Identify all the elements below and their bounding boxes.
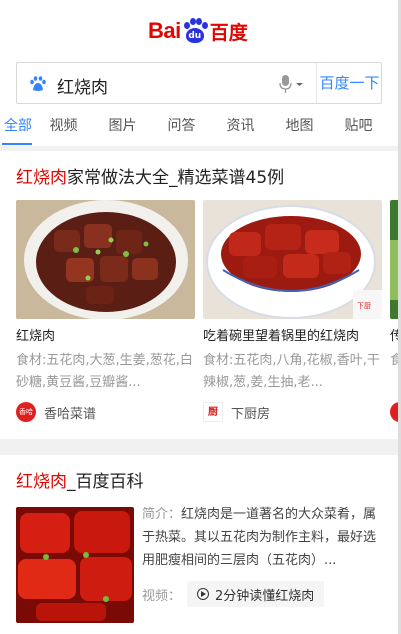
paw-toe bbox=[183, 22, 190, 29]
video-button[interactable]: 2分钟读懂红烧肉 bbox=[187, 581, 325, 607]
title-rest: 家常做法大全_精选菜谱45例 bbox=[67, 168, 285, 188]
baidu-logo[interactable]: Bai du 百度 bbox=[148, 14, 248, 48]
title-highlight: 红烧肉 bbox=[16, 168, 67, 188]
tab-qa[interactable]: 问答 bbox=[152, 112, 211, 146]
tab-news[interactable]: 资讯 bbox=[211, 112, 270, 146]
recipe-card[interactable]: 下厨 吃着碗里望着锅里的红烧肉 食材:五花肉,八角,花椒,香叶,干辣椒,葱,姜,… bbox=[203, 200, 382, 422]
result-title[interactable]: 红烧肉家常做法大全_精选菜谱45例 bbox=[16, 163, 284, 188]
paw-toe bbox=[201, 22, 208, 29]
recipe-result-card: 红烧肉家常做法大全_精选菜谱45例 红烧肉 食材:五花肉,大葱,生姜,葱花,白砂… bbox=[0, 151, 401, 439]
baike-video-row: 视频： 2分钟读懂红烧肉 bbox=[142, 581, 325, 607]
search-tabs: 全部 视频 图片 问答 资讯 地图 贴吧 bbox=[0, 112, 401, 146]
braised-pork-photo bbox=[16, 200, 195, 319]
intro-label: 简介： bbox=[142, 507, 182, 522]
paw-icon: du bbox=[182, 18, 208, 44]
recipe-name: 红烧肉 bbox=[16, 329, 56, 344]
paw-toe bbox=[189, 18, 196, 25]
title-highlight: 红烧肉 bbox=[16, 472, 67, 492]
tab-images[interactable]: 图片 bbox=[93, 112, 152, 146]
result-title[interactable]: 红烧肉_百度百科 bbox=[16, 467, 144, 492]
source-logo-icon: 香哈 bbox=[16, 402, 36, 422]
baike-intro: 简介：红烧肉是一道著名的大众菜肴，属于热菜。其以五花肉为制作主料，最好选用肥瘦相… bbox=[142, 503, 387, 572]
recipe-image[interactable] bbox=[16, 200, 195, 319]
source-name: 香哈菜谱 bbox=[44, 406, 97, 422]
svg-text:下厨: 下厨 bbox=[357, 302, 371, 310]
microphone-icon[interactable] bbox=[277, 74, 307, 94]
search-input[interactable]: 红烧肉 bbox=[57, 73, 108, 98]
video-label: 视频： bbox=[142, 588, 182, 604]
baike-thumbnail[interactable] bbox=[16, 507, 134, 623]
recipe-source[interactable]: 厨 下厨房 bbox=[203, 402, 382, 422]
tab-map[interactable]: 地图 bbox=[270, 112, 329, 146]
recipe-name: 吃着碗里望着锅里的红烧肉 bbox=[203, 329, 360, 344]
logo-text-du: du bbox=[185, 28, 204, 43]
recipe-card[interactable]: 红烧肉 食材:五花肉,大葱,生姜,葱花,白砂糖,黄豆酱,豆瓣酱... 香哈 香哈… bbox=[16, 200, 195, 422]
header: Bai du 百度 红烧肉 百度一下 全部 视频 图片 问答 资讯 地图 贴吧 bbox=[0, 0, 401, 146]
recipe-source[interactable]: 香哈 香哈菜谱 bbox=[16, 402, 195, 422]
tab-all[interactable]: 全部 bbox=[2, 112, 34, 146]
logo-text-cn: 百度 bbox=[209, 21, 248, 44]
baike-result-card: 红烧肉_百度百科 简介：红烧肉是一道著名的大众菜肴，属于热菜。其以五花肉为制作主… bbox=[0, 455, 401, 634]
baidu-paw-icon bbox=[30, 76, 46, 91]
braised-pork-closeup-photo bbox=[16, 507, 134, 623]
search-button[interactable]: 百度一下 bbox=[317, 63, 382, 103]
video-button-label: 2分钟读懂红烧肉 bbox=[215, 588, 315, 604]
paw-toe bbox=[195, 18, 202, 25]
braised-pork-bowl-photo: 下厨 bbox=[203, 200, 382, 319]
play-icon bbox=[197, 588, 210, 600]
recipe-ingredients: 食材:五花肉,八角,花椒,香叶,干辣椒,葱,姜,生抽,老... bbox=[203, 353, 380, 390]
source-name: 下厨房 bbox=[231, 406, 271, 422]
logo-text-bai: Bai bbox=[148, 18, 181, 43]
title-rest: _百度百科 bbox=[67, 472, 144, 492]
recipe-ingredients: 食材:五花肉,大葱,生姜,葱花,白砂糖,黄豆酱,豆瓣酱... bbox=[16, 353, 193, 390]
search-box[interactable]: 红烧肉 百度一下 bbox=[16, 62, 382, 104]
recipe-image[interactable]: 下厨 bbox=[203, 200, 382, 319]
tab-video[interactable]: 视频 bbox=[34, 112, 93, 146]
source-logo-icon: 厨 bbox=[203, 402, 223, 422]
tab-tieba[interactable]: 贴吧 bbox=[329, 112, 388, 146]
